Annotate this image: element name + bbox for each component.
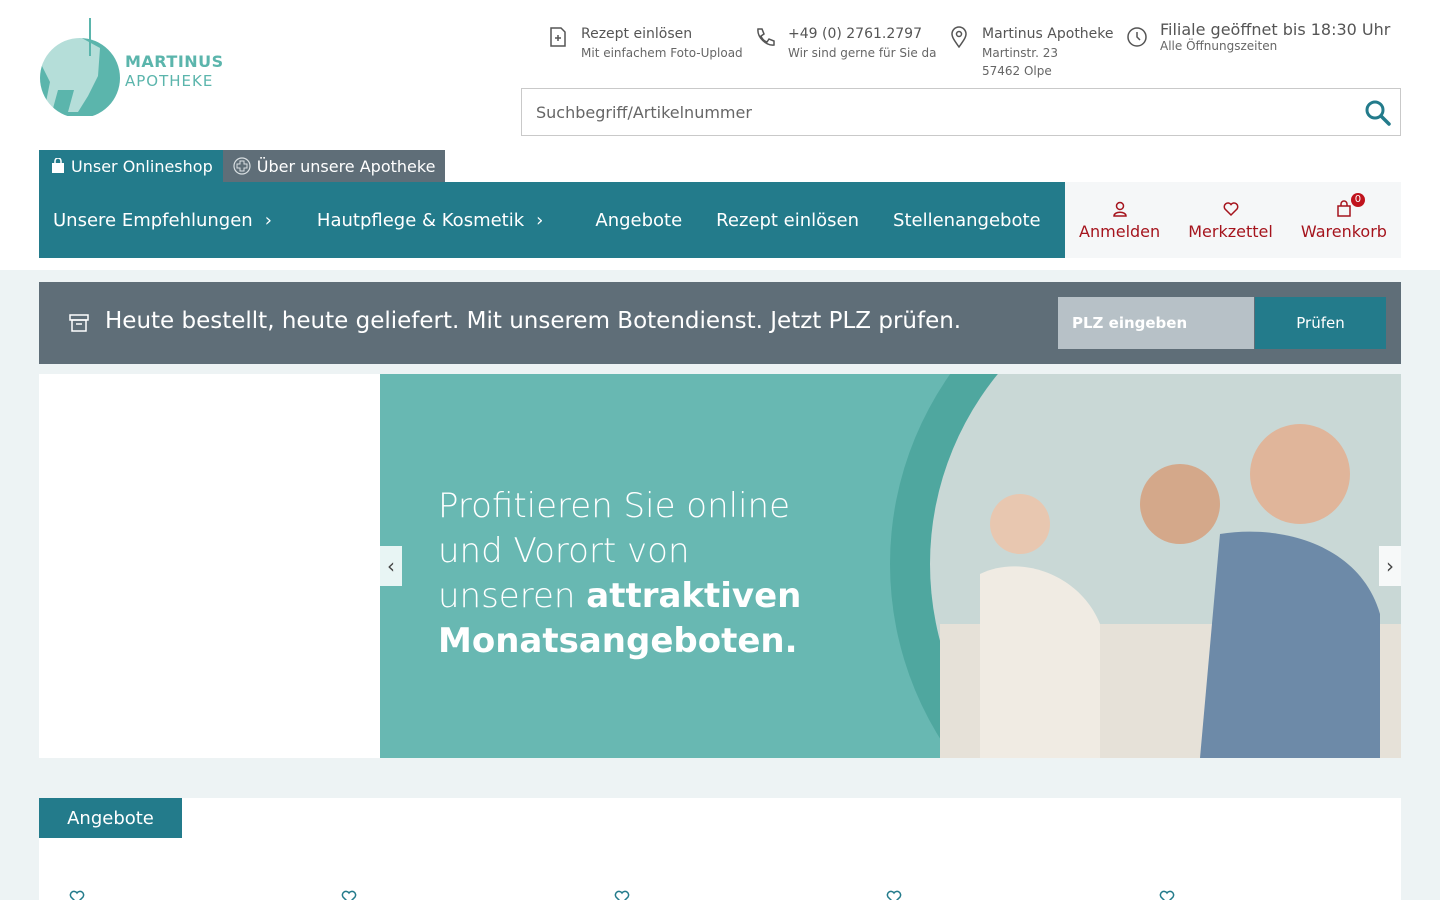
wishlist-button[interactable]: Merkzettel: [1188, 200, 1273, 241]
plz-input[interactable]: [1058, 297, 1254, 349]
banner-line3-b: attraktiven: [586, 576, 802, 616]
nav-rezept[interactable]: Rezept einlösen: [702, 210, 879, 231]
tab-about-label: Über unsere Apotheke: [256, 156, 436, 176]
cart-bag-icon: [1337, 199, 1351, 217]
nav-hautpflege-label: Hautpflege & Kosmetik: [316, 209, 525, 231]
chevron-right-icon: ›: [264, 209, 272, 231]
login-label: Anmelden: [1079, 221, 1161, 241]
phone-number: +49 (0) 2761.2797: [788, 26, 922, 42]
top-tabs: Unser Onlineshop Über unsere Apotheke: [39, 150, 446, 182]
phone-icon: [757, 28, 775, 46]
heart-icon[interactable]: [341, 890, 357, 900]
brand-line1: MARTINUS: [125, 52, 224, 71]
store-street: Martinstr. 23: [982, 46, 1058, 60]
phone-info[interactable]: +49 (0) 2761.2797 Wir sind gerne für Sie…: [754, 24, 937, 62]
cart-button[interactable]: 0 Warenkorb: [1300, 192, 1387, 241]
site-header: MARTINUS APOTHEKE Rezept einlösen Mit ei…: [0, 0, 1440, 270]
heart-icon[interactable]: [886, 890, 902, 900]
location-info[interactable]: Martinus Apotheke Martinstr. 23 57462 Ol…: [948, 24, 1114, 80]
logo[interactable]: MARTINUS APOTHEKE: [38, 16, 223, 118]
user-navigation: Anmelden Merkzettel 0 Warenkorb: [1065, 182, 1401, 258]
promo-banner[interactable]: Profitieren Sie online und Vorort von un…: [380, 374, 1401, 758]
user-icon: [1112, 201, 1127, 217]
login-button[interactable]: Anmelden: [1079, 200, 1160, 241]
clock-icon: [1127, 27, 1147, 47]
nav-rezept-label: Rezept einlösen: [716, 209, 860, 231]
nav-empfehlungen[interactable]: Unsere Empfehlungen ›: [39, 210, 299, 231]
heart-icon: [1223, 201, 1238, 216]
search-bar: [521, 88, 1401, 136]
shopping-bag-icon: [52, 158, 64, 173]
nav-stellenangebote-label: Stellenangebote: [893, 209, 1041, 231]
delivery-banner: Heute bestellt, heute geliefert. Mit uns…: [39, 282, 1401, 364]
plz-check-button[interactable]: Prüfen: [1255, 297, 1386, 349]
offers-section: Angebote: [39, 798, 1401, 900]
nav-empfehlungen-label: Unsere Empfehlungen: [53, 209, 253, 231]
chevron-left-icon: ‹: [387, 554, 395, 578]
prescription-title: Rezept einlösen: [581, 26, 693, 42]
slider-prev-button[interactable]: ‹: [380, 546, 402, 586]
main-navigation: Unsere Empfehlungen › Hautpflege & Kosme…: [39, 182, 1065, 258]
horse-logo-icon: [40, 18, 120, 118]
tab-onlineshop-label: Unser Onlineshop: [71, 156, 213, 176]
hours-info[interactable]: Filiale geöffnet bis 18:30 Uhr Alle Öffn…: [1126, 20, 1390, 55]
banner-line3: unseren attraktiven: [438, 574, 801, 619]
chevron-right-icon: ›: [1386, 554, 1394, 578]
cart-label: Warenkorb: [1300, 221, 1387, 241]
prescription-sub: Mit einfachem Foto-Upload: [581, 46, 743, 60]
hero-slider: Profitieren Sie online und Vorort von un…: [39, 374, 1401, 758]
store-name: Martinus Apotheke: [982, 26, 1114, 42]
search-icon[interactable]: [1364, 99, 1392, 127]
nav-hautpflege[interactable]: Hautpflege & Kosmetik ›: [299, 210, 581, 231]
banner-line1: Profitieren Sie online: [438, 486, 791, 526]
banner-line3-a: unseren: [438, 576, 587, 616]
brand-line2: APOTHEKE: [125, 72, 214, 90]
location-icon: [951, 26, 967, 48]
search-input[interactable]: [522, 89, 1342, 135]
prescription-icon: [550, 27, 566, 47]
banner-line2: und Vorort von: [438, 531, 690, 571]
wishlist-label: Merkzettel: [1188, 221, 1273, 241]
pharmacy-cross-icon: [233, 157, 251, 175]
heart-icon[interactable]: [1159, 890, 1175, 900]
archive-box-icon: [69, 314, 89, 332]
phone-sub: Wir sind gerne für Sie da: [788, 46, 937, 60]
tab-about-pharmacy[interactable]: Über unsere Apotheke: [222, 150, 446, 182]
banner-line4: Monatsangeboten.: [438, 621, 798, 661]
slider-next-button[interactable]: ›: [1379, 546, 1401, 586]
heart-icon[interactable]: [69, 890, 85, 900]
cart-count-badge: 0: [1350, 192, 1365, 207]
banner-headline: Profitieren Sie online und Vorort von un…: [438, 484, 801, 664]
chevron-right-icon: ›: [536, 209, 544, 231]
nav-stellenangebote[interactable]: Stellenangebote: [879, 210, 1055, 231]
prescription-info[interactable]: Rezept einlösen Mit einfachem Foto-Uploa…: [547, 24, 743, 62]
nav-angebote-label: Angebote: [595, 209, 683, 231]
nav-angebote[interactable]: Angebote: [581, 210, 702, 231]
offers-title: Angebote: [39, 798, 182, 838]
tab-onlineshop[interactable]: Unser Onlineshop: [39, 150, 223, 182]
heart-icon[interactable]: [614, 890, 630, 900]
delivery-text: Heute bestellt, heute geliefert. Mit uns…: [105, 308, 962, 334]
store-city: 57462 Olpe: [982, 64, 1052, 78]
